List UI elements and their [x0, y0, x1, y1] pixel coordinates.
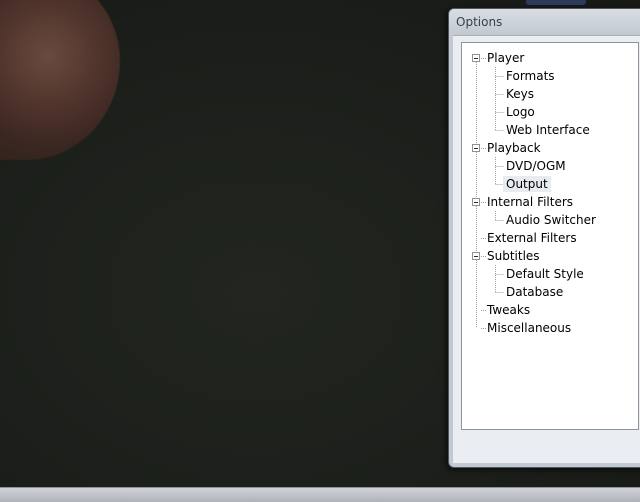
- tree-item-database[interactable]: Database: [506, 284, 563, 300]
- collapse-icon[interactable]: [472, 198, 480, 206]
- collapse-icon[interactable]: [472, 144, 480, 152]
- tree-item-player[interactable]: Player: [487, 50, 524, 66]
- tree-item-keys[interactable]: Keys: [506, 86, 534, 102]
- tree-item-playback[interactable]: Playback: [487, 140, 541, 156]
- tree-item-subtitles[interactable]: Subtitles: [487, 248, 540, 264]
- options-titlebar[interactable]: Options: [449, 9, 640, 35]
- collapse-icon[interactable]: [472, 252, 480, 260]
- tree-item-tweaks[interactable]: Tweaks: [487, 302, 530, 318]
- tree-item-external-filters[interactable]: External Filters: [487, 230, 577, 246]
- tree-item-logo[interactable]: Logo: [506, 104, 535, 120]
- options-window: Options Player Formats Keys Logo Web Int…: [448, 8, 640, 468]
- tree-item-formats[interactable]: Formats: [506, 68, 555, 84]
- tree-item-miscellaneous[interactable]: Miscellaneous: [487, 320, 571, 336]
- tree-item-default-style[interactable]: Default Style: [506, 266, 584, 282]
- collapse-icon[interactable]: [472, 54, 480, 62]
- tree-item-web-interface[interactable]: Web Interface: [506, 122, 590, 138]
- tree-item-internal-filters[interactable]: Internal Filters: [487, 194, 573, 210]
- taskbar-sliver: [526, 0, 586, 5]
- options-body: Player Formats Keys Logo Web Interface P…: [453, 35, 640, 463]
- video-frame-object: [0, 0, 120, 160]
- options-title: Options: [456, 15, 503, 29]
- options-tree[interactable]: Player Formats Keys Logo Web Interface P…: [461, 42, 639, 430]
- tree-item-audio-switcher[interactable]: Audio Switcher: [506, 212, 596, 228]
- tree-item-dvd-ogm[interactable]: DVD/OGM: [506, 158, 566, 174]
- tree-item-output[interactable]: Output: [503, 176, 551, 192]
- status-strip: [0, 487, 640, 502]
